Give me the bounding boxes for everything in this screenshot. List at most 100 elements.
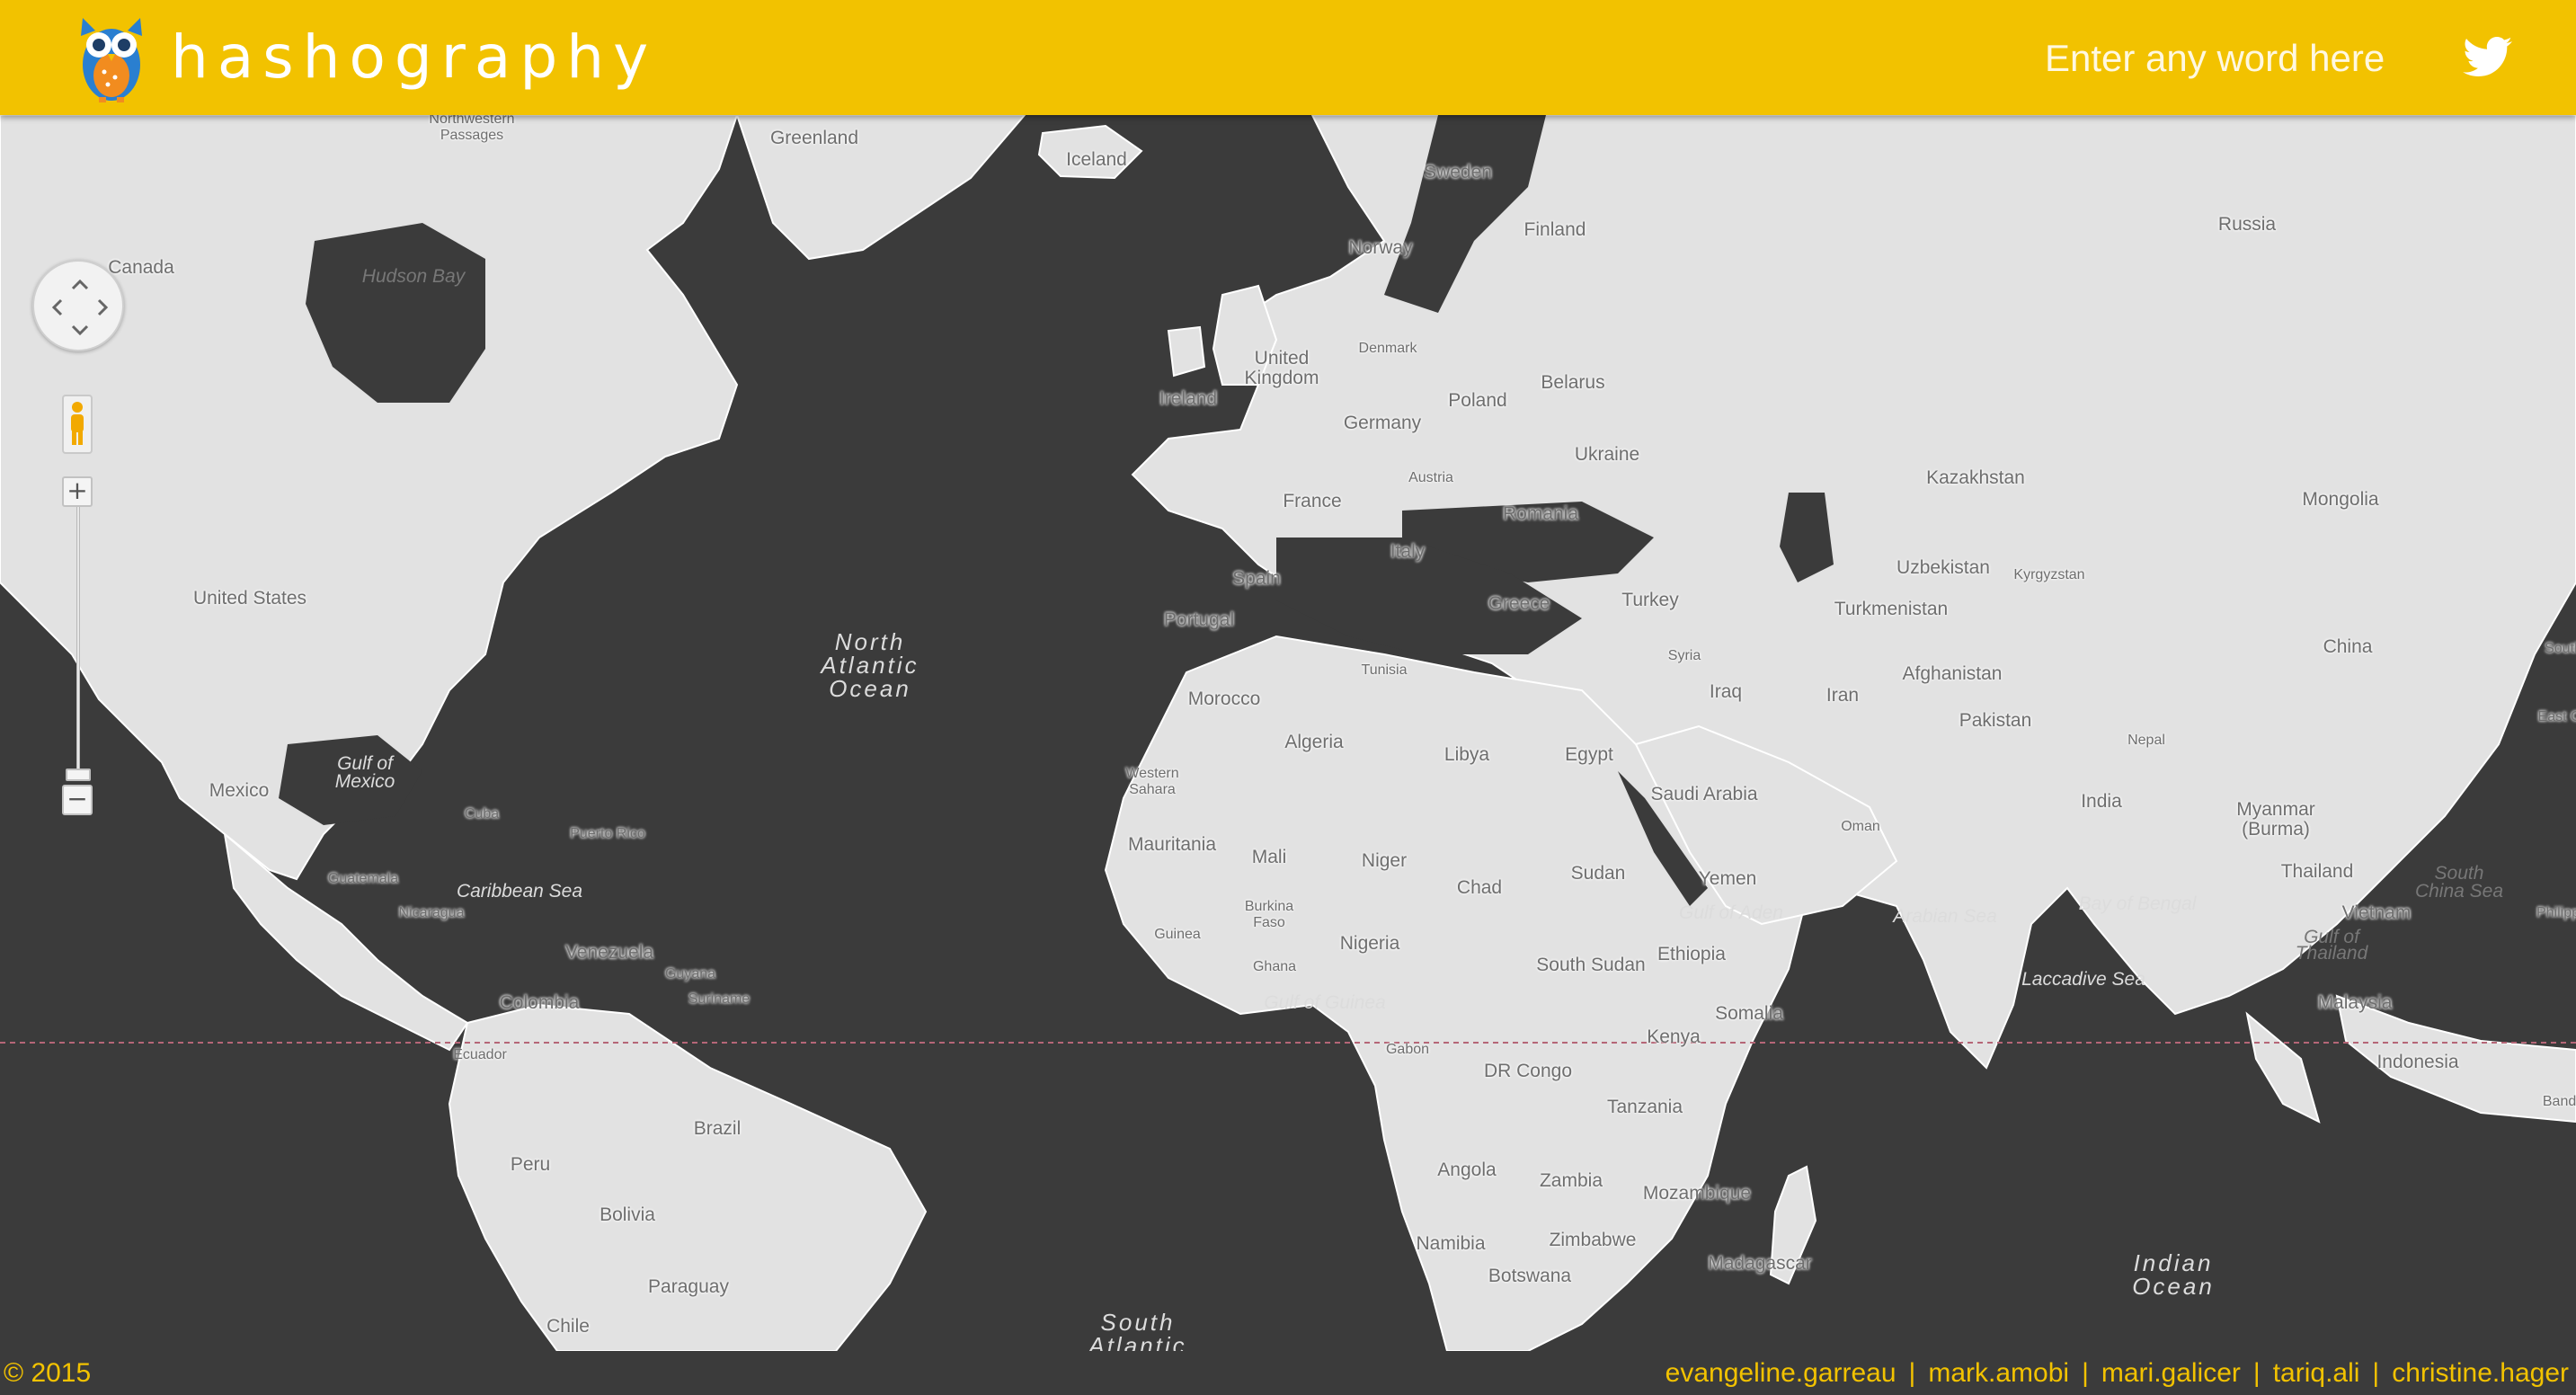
map-label: Sweden	[1424, 162, 1492, 182]
credit-link[interactable]: mark.amobi	[1928, 1351, 2069, 1395]
map-label: Vietnam	[2341, 902, 2412, 923]
map-label: United Kingdom	[1244, 348, 1319, 388]
map-label: Mexico	[209, 780, 270, 801]
map-label: Namibia	[1416, 1233, 1486, 1254]
map-label: Kazakhstan	[1926, 467, 2025, 488]
world-map[interactable]: Northwestern Passages Greenland Iceland …	[0, 115, 2576, 1351]
map-label: Myanmar (Burma)	[2236, 799, 2315, 840]
map-label: Indian Ocean	[2132, 1249, 2215, 1300]
pan-control[interactable]	[32, 260, 124, 351]
map-label: Philipp	[2536, 905, 2576, 920]
map-label: Mozambique	[1642, 1183, 1752, 1204]
map-label: Uzbekistan	[1896, 557, 1990, 578]
map-label: Chile	[546, 1316, 590, 1337]
credit-link[interactable]: mari.galicer	[2101, 1351, 2241, 1395]
credit-link[interactable]: evangeline.garreau	[1666, 1351, 1896, 1395]
map-label: Burkina Faso	[1244, 899, 1294, 930]
map-label: Suriname	[688, 991, 751, 1007]
map-label: Morocco	[1187, 689, 1261, 709]
zoom-slider[interactable]	[76, 491, 80, 780]
map-label: Bolivia	[600, 1204, 655, 1225]
map-label: Norway	[1348, 237, 1413, 258]
map-label: Angola	[1437, 1160, 1497, 1180]
map-label: Gulf of Aden	[1679, 902, 1783, 923]
credit-link[interactable]: tariq.ali	[2273, 1351, 2360, 1395]
map-label: Botswana	[1488, 1266, 1572, 1286]
map-label: India	[2081, 791, 2122, 812]
separator: |	[1908, 1358, 1916, 1388]
separator: |	[2372, 1358, 2380, 1388]
map-label: Greenland	[769, 128, 859, 148]
word-search-input[interactable]	[2045, 31, 2440, 86]
map-label: Ukraine	[1574, 444, 1640, 465]
zoom-slider-thumb[interactable]	[66, 769, 91, 781]
map-label: Germany	[1343, 413, 1422, 433]
map-label: Ecuador	[453, 1047, 507, 1062]
map-label: Spain	[1232, 568, 1281, 589]
map-label: Nicaragua	[398, 905, 465, 920]
twitter-icon[interactable]	[2463, 36, 2513, 79]
map-label: Peru	[510, 1154, 551, 1175]
map-label: Tanzania	[1606, 1097, 1683, 1117]
map-label: Finland	[1523, 219, 1586, 240]
zoom-in-button[interactable]: +	[62, 476, 93, 507]
map-label: Oman	[1841, 819, 1880, 834]
map-label: Guinea	[1154, 927, 1201, 942]
map-label: Bay of Bengal	[2078, 893, 2197, 914]
map-label: Algeria	[1284, 732, 1344, 752]
street-view-pegman-icon[interactable]	[62, 395, 93, 454]
map-label: Guatemala	[327, 871, 399, 886]
map-label: France	[1283, 491, 1342, 511]
map-label: Venezuela	[564, 942, 654, 963]
credits-list: evangeline.garreau | mark.amobi | mari.g…	[1666, 1351, 2569, 1395]
pan-arrows-icon[interactable]	[34, 262, 126, 353]
map-label: South	[2545, 641, 2576, 656]
map-label: Poland	[1448, 390, 1507, 411]
map-label: Somalia	[1715, 1003, 1783, 1024]
map-label: Puerto Rico	[570, 826, 645, 841]
map-label: Indonesia	[2376, 1052, 2459, 1072]
map-label: United States	[192, 588, 307, 609]
header-bar: hashography	[0, 0, 2576, 115]
separator: |	[2082, 1358, 2089, 1388]
map-label: Yemen	[1698, 868, 1757, 889]
map-label: Northwestern Passages	[429, 115, 515, 143]
map-label: Iceland	[1066, 149, 1127, 170]
map-label: Cuba	[464, 806, 500, 822]
map-label: Mali	[1251, 847, 1287, 867]
map-label: Banda	[2542, 1094, 2576, 1109]
map-label: Niger	[1361, 850, 1408, 871]
map-label: Zambia	[1539, 1170, 1603, 1191]
map-label: Hudson Bay	[361, 266, 466, 287]
owl-icon[interactable]	[74, 13, 149, 102]
map-label: South Sudan	[1536, 955, 1646, 975]
map-label: Romania	[1502, 503, 1579, 524]
map-label: Gulf of Guinea	[1264, 992, 1386, 1013]
map-label: Colombia	[499, 992, 580, 1013]
map-label: Sudan	[1570, 863, 1626, 884]
map-label: Arabian Sea	[1893, 906, 1997, 927]
site-title[interactable]: hashography	[171, 20, 657, 95]
map-label: Pakistan	[1959, 710, 2032, 731]
map-label: Syria	[1667, 648, 1701, 663]
map-label: North Atlantic Ocean	[821, 628, 919, 702]
separator: |	[2252, 1358, 2261, 1388]
map-label: Italy	[1390, 541, 1426, 562]
map-label: Chad	[1456, 877, 1503, 898]
map-label: China	[2323, 636, 2373, 657]
map-label: Egypt	[1565, 744, 1613, 765]
zoom-out-button[interactable]: −	[62, 785, 93, 815]
credit-link[interactable]: christine.hager	[2392, 1351, 2569, 1395]
map-label: Saudi Arabia	[1650, 784, 1758, 804]
map-label: Denmark	[1358, 341, 1417, 356]
map-label: South Atlantic	[1088, 1309, 1187, 1351]
map-label: Guyana	[664, 966, 716, 982]
map-label: Iran	[1825, 685, 1860, 706]
map-label: Austria	[1408, 470, 1453, 485]
map-label: Belarus	[1541, 372, 1605, 393]
map-label: Nepal	[2127, 733, 2165, 748]
map-label: Mauritania	[1127, 834, 1217, 855]
map-label: Malaysia	[2317, 992, 2393, 1013]
map-label: Caribbean Sea	[456, 881, 583, 902]
map-label: Gulf of Thailand	[2295, 927, 2368, 964]
